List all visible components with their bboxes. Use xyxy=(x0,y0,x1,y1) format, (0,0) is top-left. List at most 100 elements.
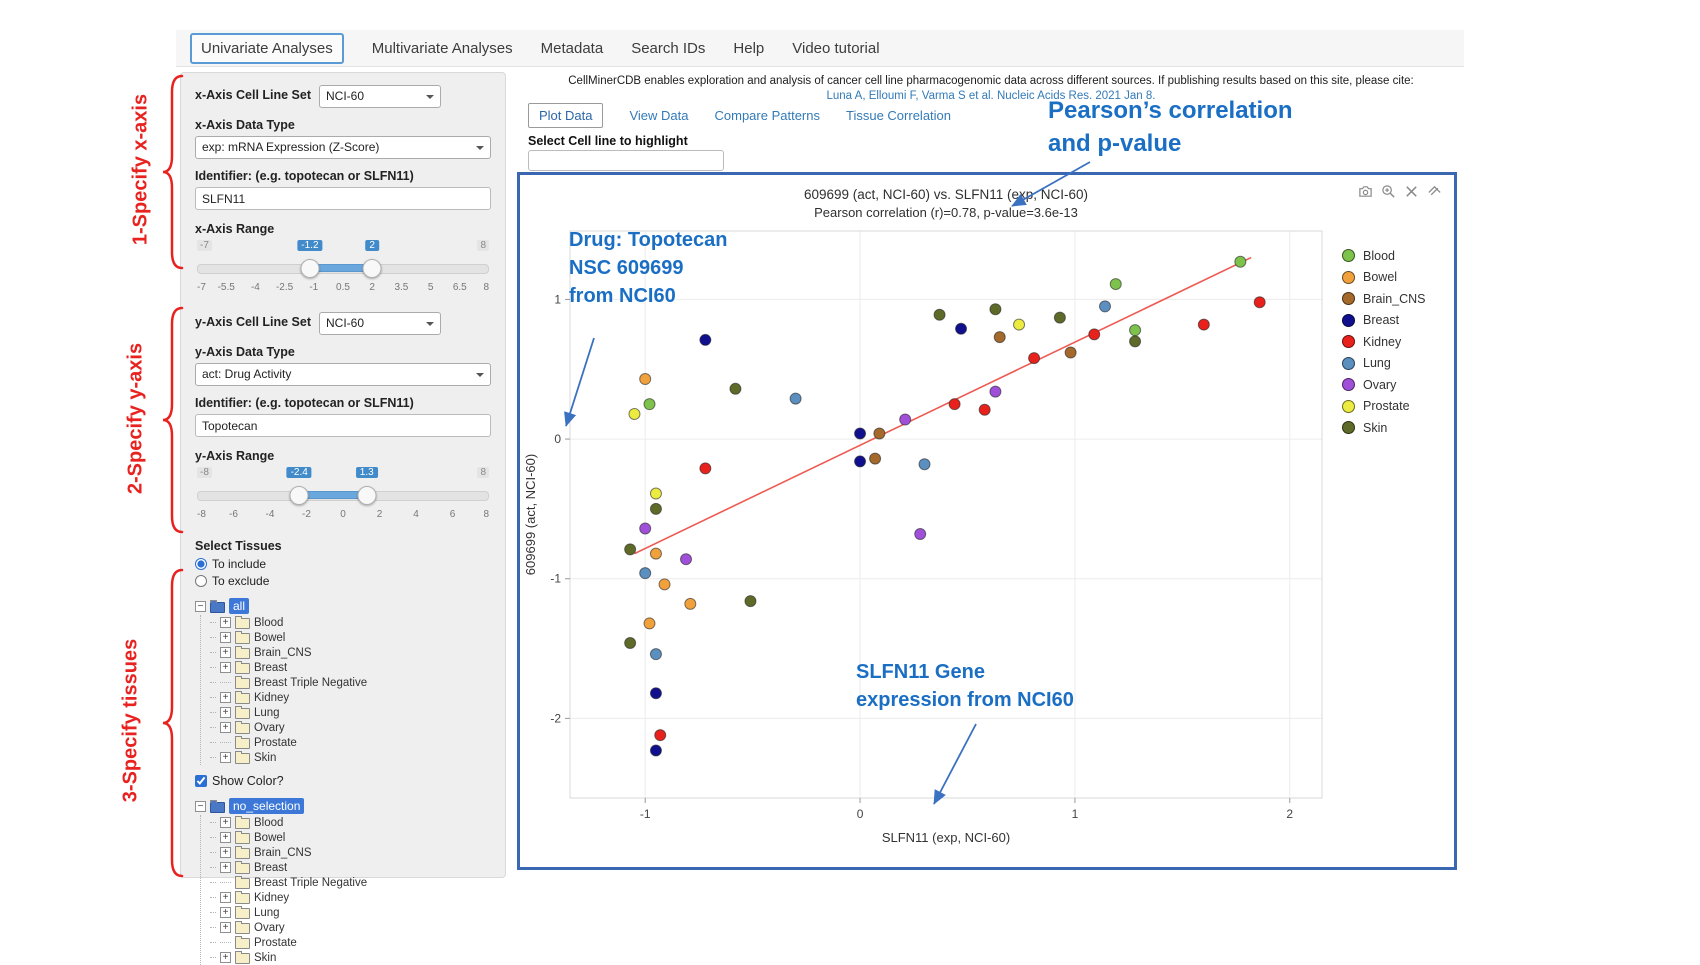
slider-handle-from[interactable] xyxy=(300,259,319,278)
scatter-plot[interactable]: -1012-2-101SLFN11 (exp, NCI-60)609699 (a… xyxy=(520,223,1372,863)
x-axis-range-slider[interactable]: -7 8 -1.2 2 -7-5.5-4-2.5-10.523.556.58 xyxy=(197,240,489,302)
x-identifier-input[interactable] xyxy=(195,187,491,210)
legend-item-breast[interactable]: Breast xyxy=(1342,310,1426,332)
expand-icon[interactable]: + xyxy=(220,907,231,918)
tab-plot-data[interactable]: Plot Data xyxy=(528,103,603,128)
slider-scale: -8-6-4-202468 xyxy=(197,509,489,523)
chart-title: 609699 (act, NCI-60) vs. SLFN11 (exp, NC… xyxy=(520,187,1372,202)
expand-icon[interactable]: + xyxy=(220,647,231,658)
radio-to-exclude-input[interactable] xyxy=(195,575,207,587)
expand-icon[interactable]: + xyxy=(220,952,231,963)
slider-handle-to[interactable] xyxy=(363,259,382,278)
folder-icon xyxy=(235,618,250,629)
folder-icon xyxy=(235,908,250,919)
highlight-cell-line-input[interactable] xyxy=(528,150,724,171)
slider-handle-from[interactable] xyxy=(290,486,309,505)
nav-tab-univariate-analyses[interactable]: Univariate Analyses xyxy=(190,33,344,64)
collapse-icon[interactable]: − xyxy=(195,801,206,812)
tree-item-kidney[interactable]: +Kidney xyxy=(210,690,491,705)
highlight-cell-line-label: Select Cell line to highlight xyxy=(528,134,688,148)
tree-item-skin[interactable]: +Skin xyxy=(210,950,491,965)
tree-item-blood[interactable]: +Blood xyxy=(210,815,491,830)
tree-item-lung[interactable]: +Lung xyxy=(210,905,491,920)
expand-icon[interactable]: + xyxy=(220,847,231,858)
tree-item-bowel[interactable]: +Bowel xyxy=(210,830,491,845)
tree-item-breast[interactable]: +Breast xyxy=(210,860,491,875)
tree-item-lung[interactable]: +Lung xyxy=(210,705,491,720)
tree-item-breast-triple-negative[interactable]: Breast Triple Negative xyxy=(210,675,491,690)
expand-icon[interactable]: + xyxy=(220,922,231,933)
expand-icon[interactable]: + xyxy=(220,692,231,703)
top-navigation: Univariate Analyses Multivariate Analyses… xyxy=(176,30,1464,67)
expand-icon[interactable]: + xyxy=(220,632,231,643)
tree-item-breast[interactable]: +Breast xyxy=(210,660,491,675)
nav-tab-metadata[interactable]: Metadata xyxy=(541,40,604,57)
tissue-tree-exclude: − no_selection+Blood+Bowel+Brain_CNS+Bre… xyxy=(195,797,491,965)
y-data-type-label: y-Axis Data Type xyxy=(195,345,491,359)
show-color-checkbox[interactable] xyxy=(195,775,207,787)
expand-icon[interactable]: + xyxy=(220,817,231,828)
nav-tab-search-ids[interactable]: Search IDs xyxy=(631,40,705,57)
tree-item-prostate[interactable]: Prostate xyxy=(210,735,491,750)
expand-icon[interactable]: + xyxy=(220,707,231,718)
tree-item-prostate[interactable]: Prostate xyxy=(210,935,491,950)
tree-item-brain-cns[interactable]: +Brain_CNS xyxy=(210,645,491,660)
legend-item-prostate[interactable]: Prostate xyxy=(1342,396,1426,418)
tree-item-bowel[interactable]: +Bowel xyxy=(210,630,491,645)
tree-item-kidney[interactable]: +Kidney xyxy=(210,890,491,905)
nav-tab-multivariate-analyses[interactable]: Multivariate Analyses xyxy=(372,40,513,57)
y-identifier-input[interactable] xyxy=(195,414,491,437)
legend-item-skin[interactable]: Skin xyxy=(1342,417,1426,439)
expand-icon[interactable]: + xyxy=(220,722,231,733)
tree-item-ovary[interactable]: +Ovary xyxy=(210,720,491,735)
collapse-icon[interactable]: − xyxy=(195,601,206,612)
svg-text:-1: -1 xyxy=(550,572,561,586)
nav-tab-help[interactable]: Help xyxy=(733,40,764,57)
y-cell-line-set-select[interactable]: NCI-60 xyxy=(319,312,441,335)
tree-item-skin[interactable]: +Skin xyxy=(210,750,491,765)
tree-root-no-selection[interactable]: − no_selection xyxy=(195,797,491,815)
expand-icon[interactable]: + xyxy=(220,832,231,843)
tab-tissue-correlation[interactable]: Tissue Correlation xyxy=(846,108,951,123)
y-axis-range-slider[interactable]: -8 8 -2.4 1.3 -8-6-4-202468 xyxy=(197,467,489,529)
tab-view-data[interactable]: View Data xyxy=(629,108,688,123)
x-data-type-label: x-Axis Data Type xyxy=(195,118,491,132)
folder-icon xyxy=(235,833,250,844)
expand-icon[interactable]: + xyxy=(220,862,231,873)
nav-tab-video-tutorial[interactable]: Video tutorial xyxy=(792,40,879,57)
legend-item-kidney[interactable]: Kidney xyxy=(1342,331,1426,353)
radio-to-exclude[interactable]: To exclude xyxy=(195,574,491,588)
folder-icon xyxy=(210,802,225,813)
x-data-type-select[interactable]: exp: mRNA Expression (Z-Score) xyxy=(195,136,491,159)
expand-icon[interactable]: + xyxy=(220,892,231,903)
tree-item-brain-cns[interactable]: +Brain_CNS xyxy=(210,845,491,860)
legend-item-ovary[interactable]: Ovary xyxy=(1342,374,1426,396)
radio-to-include-input[interactable] xyxy=(195,558,207,570)
tree-item-ovary[interactable]: +Ovary xyxy=(210,920,491,935)
tree-item-blood[interactable]: +Blood xyxy=(210,615,491,630)
tree-item-breast-triple-negative[interactable]: Breast Triple Negative xyxy=(210,875,491,890)
x-cell-line-set-select[interactable]: NCI-60 xyxy=(319,85,441,108)
expand-icon[interactable]: + xyxy=(220,752,231,763)
select-tissues-label: Select Tissues xyxy=(195,539,491,553)
slider-handle-to[interactable] xyxy=(357,486,376,505)
reset-axes-icon[interactable] xyxy=(1427,184,1442,199)
zoom-in-icon[interactable] xyxy=(1381,184,1396,199)
svg-text:0: 0 xyxy=(554,432,561,446)
radio-to-include[interactable]: To include xyxy=(195,557,491,571)
show-color-checkbox-row[interactable]: Show Color? xyxy=(195,774,491,788)
x-identifier-label: Identifier: (e.g. topotecan or SLFN11) xyxy=(195,169,491,183)
legend-item-blood[interactable]: Blood xyxy=(1342,245,1426,267)
expand-icon[interactable]: + xyxy=(220,662,231,673)
close-icon[interactable] xyxy=(1404,184,1419,199)
plot-tabs: Plot Data View Data Compare Patterns Tissue… xyxy=(528,103,951,128)
legend-swatch xyxy=(1342,357,1355,370)
tree-root-all[interactable]: − all xyxy=(195,597,491,615)
tab-compare-patterns[interactable]: Compare Patterns xyxy=(715,108,821,123)
citation-text: CellMinerCDB enables exploration and ana… xyxy=(520,74,1462,89)
legend-item-brain-cns[interactable]: Brain_CNS xyxy=(1342,288,1426,310)
expand-icon[interactable]: + xyxy=(220,617,231,628)
legend-item-bowel[interactable]: Bowel xyxy=(1342,267,1426,289)
y-data-type-select[interactable]: act: Drug Activity xyxy=(195,363,491,386)
legend-item-lung[interactable]: Lung xyxy=(1342,353,1426,375)
